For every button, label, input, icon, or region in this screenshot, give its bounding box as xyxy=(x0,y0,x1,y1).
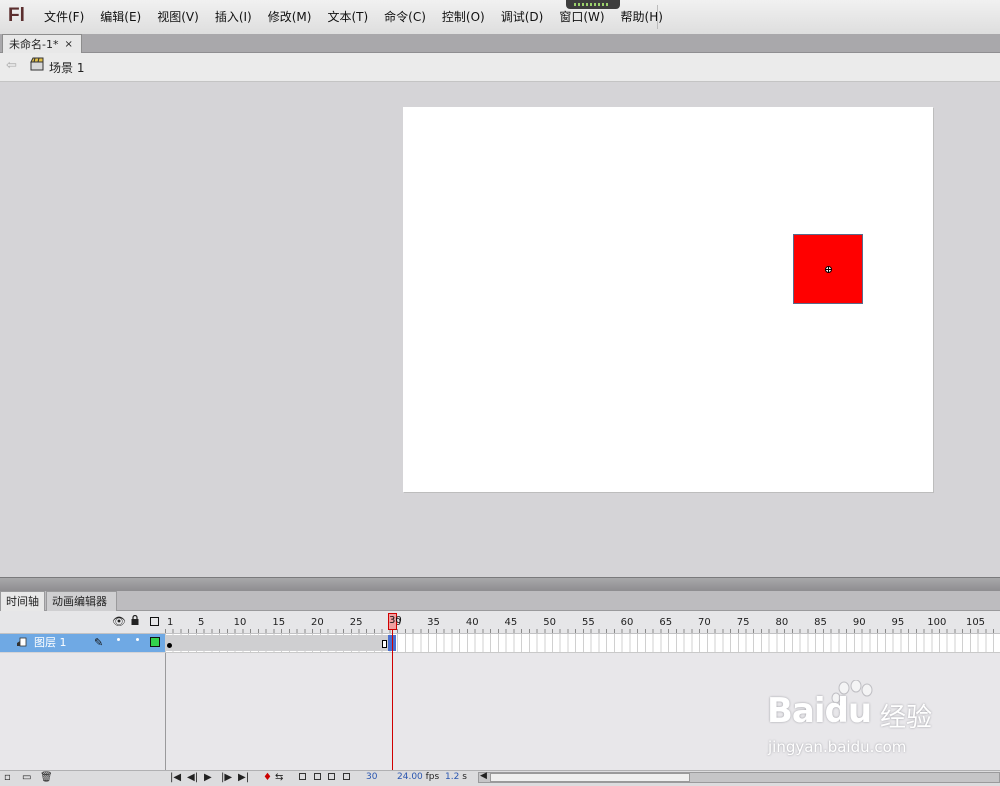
layer-icon xyxy=(17,637,27,647)
lock-dot[interactable] xyxy=(136,638,139,641)
scroll-left-icon[interactable]: ◀ xyxy=(480,771,487,781)
ruler-label-40: 40 xyxy=(465,617,479,628)
last-frame-icon[interactable]: ▶| xyxy=(238,771,249,784)
trash-icon[interactable]: 🗑 xyxy=(40,771,53,784)
menu-control[interactable]: 控制(O) xyxy=(434,0,493,34)
layer-divider xyxy=(165,653,166,770)
ruler-label-100: 100 xyxy=(927,617,947,628)
watermark-url: jingyan.baidu.com xyxy=(768,738,907,756)
menu-insert[interactable]: 插入(I) xyxy=(207,0,260,34)
first-frame-icon[interactable]: |◀ xyxy=(170,771,181,784)
tab-timeline[interactable]: 时间轴 xyxy=(0,591,45,611)
onion-outline-icon[interactable] xyxy=(314,773,321,780)
time-unit: s xyxy=(462,772,467,782)
panel-tab-bar xyxy=(0,591,1000,611)
ruler-label-65: 65 xyxy=(659,617,673,628)
onion-skin-icon[interactable] xyxy=(299,773,306,780)
panel-splitter[interactable] xyxy=(0,577,1000,592)
playhead-line xyxy=(392,630,393,770)
ruler-label-90: 90 xyxy=(852,617,866,628)
menu-commands[interactable]: 命令(C) xyxy=(376,0,434,34)
ruler-label-5: 5 xyxy=(197,617,205,628)
app-logo: Fl xyxy=(8,5,25,26)
ruler-label-75: 75 xyxy=(736,617,750,628)
fps-unit: fps xyxy=(425,772,440,782)
lock-icon[interactable] xyxy=(131,615,139,625)
eye-icon[interactable]: 👁 xyxy=(112,615,126,628)
ruler-label-1: 1 xyxy=(167,617,174,628)
ruler-label-80: 80 xyxy=(775,617,789,628)
scrollbar-thumb[interactable] xyxy=(490,773,690,782)
playhead-frame-label: 30 xyxy=(389,615,402,626)
frame-span[interactable] xyxy=(166,635,391,651)
ruler-label-85: 85 xyxy=(814,617,827,628)
new-layer-icon[interactable]: ▫ xyxy=(4,771,11,784)
ruler-label-45: 45 xyxy=(504,617,518,628)
ruler-label-105: 105 xyxy=(965,617,986,628)
registration-point-icon xyxy=(825,266,832,273)
menu-file[interactable]: 文件(F) xyxy=(36,0,92,34)
ruler-label-20: 20 xyxy=(311,617,324,628)
tab-motion-editor[interactable]: 动画编辑器 xyxy=(46,591,117,611)
menu-edit[interactable]: 编辑(E) xyxy=(92,0,149,34)
pencil-icon: ✎ xyxy=(94,636,104,649)
fps-value: 24.00 xyxy=(397,772,423,782)
watermark-cn: 经验 xyxy=(880,703,933,733)
loop-icon[interactable]: ⇆ xyxy=(275,771,283,784)
ruler-label-15: 15 xyxy=(272,617,286,628)
menu-debug[interactable]: 调试(D) xyxy=(493,0,552,34)
current-frame-readout[interactable]: 30 xyxy=(366,772,377,782)
scene-name[interactable]: 场景 1 xyxy=(49,59,84,76)
clapperboard-icon xyxy=(30,57,44,71)
keyframe-start[interactable] xyxy=(167,643,172,648)
ruler-label-10: 10 xyxy=(233,617,247,628)
edit-bar xyxy=(0,53,1000,82)
ruler-label-55: 55 xyxy=(581,617,595,628)
next-frame-icon[interactable]: |▶ xyxy=(221,771,232,784)
visibility-dot[interactable] xyxy=(117,638,120,641)
document-tab-bar xyxy=(0,34,1000,53)
workspace-switcher[interactable] xyxy=(566,0,620,9)
fps-readout[interactable]: 24.00 fps xyxy=(397,772,439,782)
workspace-meter-icon xyxy=(574,3,610,6)
menu-divider xyxy=(657,5,658,29)
ruler-label-25: 25 xyxy=(349,617,363,628)
ruler-label-95: 95 xyxy=(891,617,905,628)
center-frame-icon[interactable]: ♦ xyxy=(263,771,272,784)
onion-markers-icon[interactable] xyxy=(343,773,350,780)
ruler-label-70: 70 xyxy=(698,617,711,628)
ruler-label-50: 50 xyxy=(543,617,556,628)
edit-multiple-icon[interactable] xyxy=(328,773,335,780)
frame-ruler[interactable]: 1510152025303540455055606570758085909510… xyxy=(165,611,1000,633)
time-value: 1.2 xyxy=(445,772,460,782)
menu-help[interactable]: 帮助(H) xyxy=(613,0,671,34)
layer-outline-color[interactable] xyxy=(150,637,160,647)
ruler-label-60: 60 xyxy=(620,617,634,628)
layer-name[interactable]: 图层 1 xyxy=(34,635,67,651)
menu-text[interactable]: 文本(T) xyxy=(319,0,376,34)
menu-view[interactable]: 视图(V) xyxy=(149,0,207,34)
end-frame[interactable] xyxy=(382,640,387,648)
new-folder-icon[interactable]: ▭ xyxy=(22,771,31,784)
menu-modify[interactable]: 修改(M) xyxy=(260,0,320,34)
back-arrow-icon[interactable]: ⇦ xyxy=(6,58,17,73)
elapsed-time-readout[interactable]: 1.2 s xyxy=(445,772,467,782)
prev-frame-icon[interactable]: ◀| xyxy=(187,771,198,784)
document-tab[interactable]: 未命名-1* × xyxy=(2,34,82,53)
close-icon[interactable]: × xyxy=(64,39,72,50)
play-icon[interactable]: ▶ xyxy=(204,771,212,784)
ruler-ticks xyxy=(165,629,1000,633)
watermark-brand: Baidu xyxy=(767,691,872,731)
document-tab-title: 未命名-1* xyxy=(9,38,59,51)
outline-icon[interactable] xyxy=(150,617,159,626)
ruler-label-35: 35 xyxy=(427,617,440,628)
